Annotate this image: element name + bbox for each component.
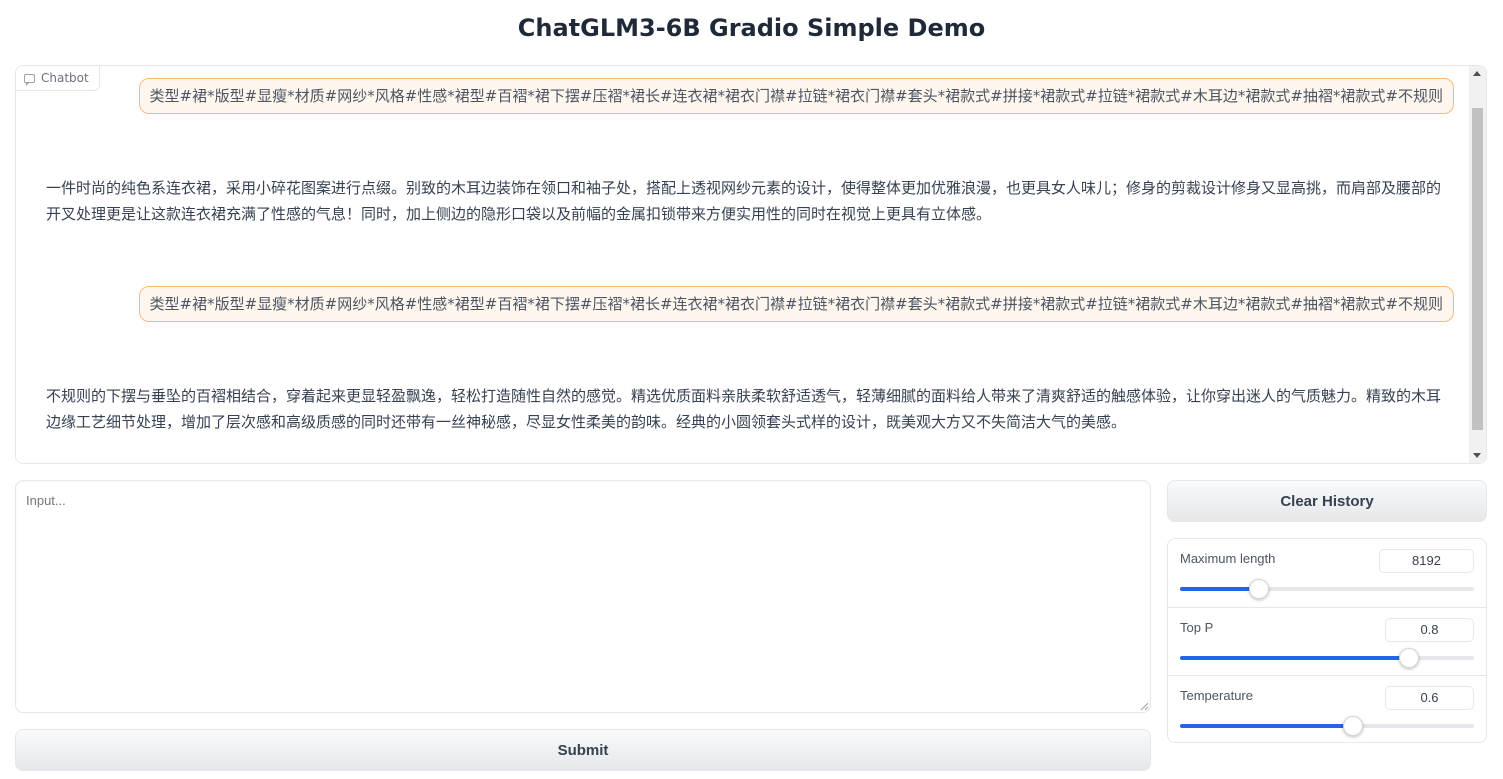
temperature-control: Temperature 0.6 — [1168, 675, 1486, 742]
temperature-number-input[interactable]: 0.6 — [1385, 686, 1474, 710]
bot-message: 不规则的下摆与垂坠的百褶相结合，穿着起来更显轻盈飘逸，轻松打造随性自然的感觉。精… — [46, 387, 1442, 431]
scroll-thumb[interactable] — [1472, 108, 1483, 430]
slider-thumb[interactable] — [1399, 648, 1420, 668]
resize-grip-icon[interactable] — [1140, 702, 1149, 711]
slider-thumb[interactable] — [1343, 716, 1364, 736]
user-message: 类型#裙*版型#显瘦*材质#网纱*风格#性感*裙型#百褶*裙下摆#压褶*裙长#连… — [138, 78, 1454, 114]
user-message: 类型#裙*版型#显瘦*材质#网纱*风格#性感*裙型#百褶*裙下摆#压褶*裙长#连… — [138, 286, 1454, 322]
chatbot-panel: Chatbot 类型#裙*版型#显瘦*材质#网纱*风格#性感*裙型#百褶*裙下摆… — [15, 65, 1487, 464]
bot-message: 一件时尚的纯色系连衣裙，采用小碎花图案进行点缀。别致的木耳边装饰在领口和袖子处，… — [46, 179, 1442, 223]
top-p-number-input[interactable]: 0.8 — [1385, 618, 1474, 642]
chat-messages[interactable]: 类型#裙*版型#显瘦*材质#网纱*风格#性感*裙型#百褶*裙下摆#压褶*裙长#连… — [16, 66, 1470, 463]
slider-fill — [1180, 724, 1354, 728]
max-length-label: Maximum length — [1180, 551, 1276, 566]
max-length-number-input[interactable]: 8192 — [1379, 549, 1474, 573]
slider-fill — [1180, 656, 1410, 660]
message-input[interactable] — [15, 480, 1151, 713]
page-title: ChatGLM3-6B Gradio Simple Demo — [517, 14, 986, 42]
submit-button[interactable]: Submit — [15, 729, 1151, 771]
scroll-down-arrow-icon[interactable] — [1473, 453, 1481, 458]
top-p-label: Top P — [1180, 620, 1214, 635]
parameters-panel: Maximum length 8192 Top P 0.8 Temperatur… — [1167, 538, 1487, 743]
chatbot-label-text: Chatbot — [41, 71, 89, 85]
clear-history-button[interactable]: Clear History — [1167, 480, 1487, 522]
chat-scrollbar[interactable] — [1469, 66, 1486, 463]
temperature-label: Temperature — [1180, 688, 1253, 703]
top-p-slider[interactable] — [1180, 648, 1474, 668]
temperature-slider[interactable] — [1180, 716, 1474, 736]
max-length-control: Maximum length 8192 — [1168, 539, 1486, 607]
slider-thumb[interactable] — [1249, 579, 1270, 599]
slider-fill — [1180, 587, 1260, 591]
max-length-slider[interactable] — [1180, 579, 1474, 599]
scroll-up-arrow-icon[interactable] — [1473, 71, 1481, 76]
chatbot-label: Chatbot — [16, 66, 100, 91]
top-p-control: Top P 0.8 — [1168, 607, 1486, 675]
chat-bubble-icon — [24, 73, 35, 86]
